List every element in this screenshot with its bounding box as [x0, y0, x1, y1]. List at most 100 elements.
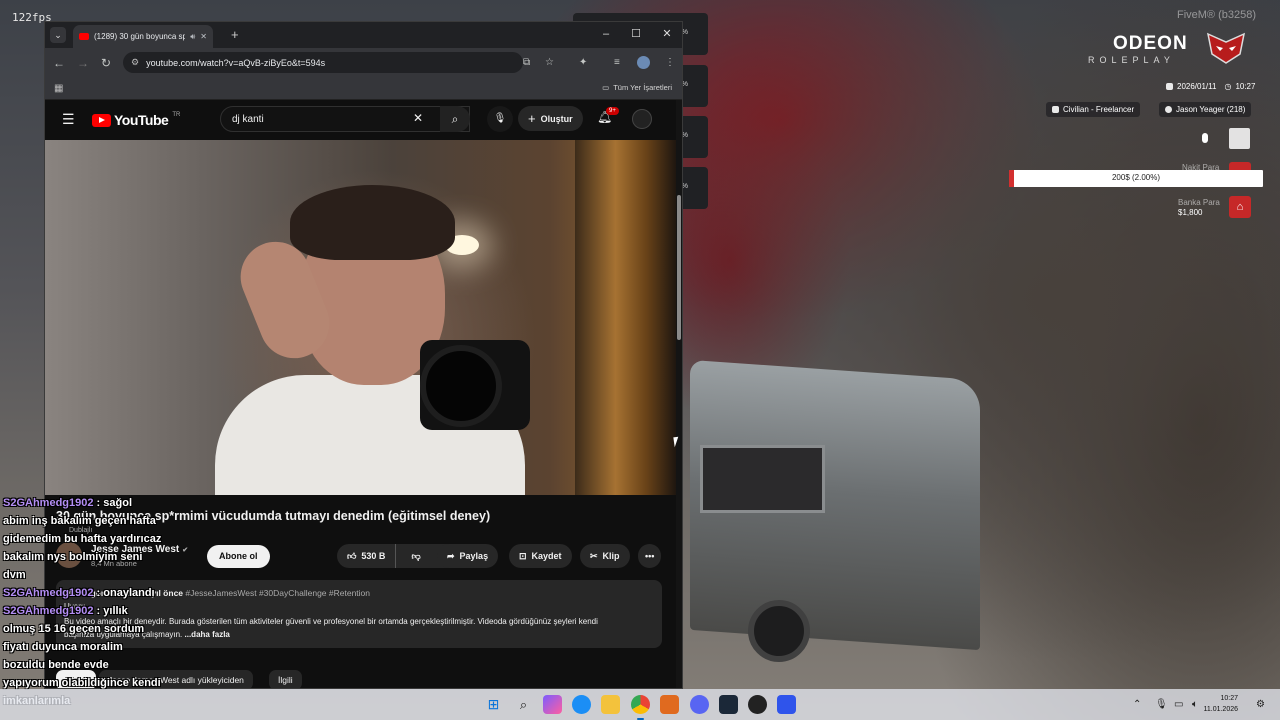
logo-sub-text: ROLEPLAY [1088, 55, 1175, 65]
chat-separator: : [93, 605, 104, 617]
chat-separator: : [93, 587, 104, 599]
chrome-icon[interactable] [631, 695, 650, 720]
account-avatar[interactable] [632, 109, 652, 129]
youtube-favicon-icon [79, 33, 89, 40]
hud-date: 2026/01/11 [1177, 82, 1217, 91]
chat-message: bakalım nys bolmiyim seni [3, 551, 143, 563]
bookmark-star-icon[interactable]: ☆ [545, 56, 554, 70]
rv-wheel [748, 600, 810, 662]
briefcase-icon [1052, 106, 1059, 113]
tray-overflow-icon[interactable]: ⌃ [1133, 699, 1141, 710]
chat-line: fiyatı duyunca moralim [3, 638, 253, 656]
extensions-icon[interactable]: ✦ [579, 56, 587, 70]
install-app-icon[interactable]: ⧉ [523, 56, 530, 70]
tray-mic-icon[interactable]: 🎙︎ [1155, 699, 1168, 710]
edge-icon[interactable] [572, 695, 591, 714]
page-scrollbar[interactable] [676, 100, 682, 688]
save-button[interactable]: ⊡ Kaydet [509, 544, 572, 568]
share-icon: ➦ [447, 550, 455, 561]
user-icon [1165, 106, 1172, 113]
tray-network-icon[interactable]: ▭ [1174, 699, 1183, 710]
file-explorer-icon[interactable] [601, 695, 620, 714]
scrollbar-thumb[interactable] [677, 195, 681, 340]
speaker-icon[interactable]: 🔊︎ [190, 32, 195, 42]
menu-icon[interactable]: ⋮ [665, 56, 675, 70]
site-info-icon[interactable]: ⚙ [131, 57, 139, 68]
hamburger-menu-icon[interactable]: ☰ [62, 112, 75, 126]
like-button[interactable]: 👍︎ 530 B [337, 544, 397, 568]
voice-mic-icon [1202, 133, 1208, 143]
copilot-icon[interactable] [543, 695, 562, 714]
tab-youtube[interactable]: (1289) 30 gün boyunca sp*rmimi vücudumda… [73, 25, 213, 48]
like-count: 530 B [361, 551, 386, 561]
apps-grid-icon[interactable]: ▦ [54, 83, 63, 94]
youtube-logo[interactable]: YouTube TR [92, 112, 180, 128]
notification-center-icon[interactable]: ⚙ [1256, 699, 1265, 710]
chat-message: sağol [103, 497, 132, 509]
bank-icon: ⌂ [1229, 196, 1251, 218]
hud-time: 10:27 [1235, 82, 1256, 91]
clear-search-icon[interactable]: ✕ [413, 111, 423, 125]
reload-button[interactable]: ↻ [101, 56, 111, 70]
github-icon[interactable] [748, 695, 767, 714]
youtube-play-icon [92, 113, 111, 127]
cash-bar-text: 200$ (2.00%) [1111, 173, 1161, 182]
chat-message: yapıyorum olabildiğince kendi [3, 677, 161, 689]
tray-volume-icon[interactable]: 🔈︎ [1192, 699, 1198, 710]
hud-datetime: 2026/01/11 ◷ 10:27 [1166, 82, 1255, 91]
forward-button[interactable]: → [77, 56, 89, 70]
chat-username: S2GAhmedg1902 [3, 497, 94, 509]
steam-icon[interactable] [719, 695, 738, 714]
maximize-button[interactable]: ☐ [626, 26, 646, 42]
thumbs-up-icon: 👍︎ [347, 550, 357, 561]
minimize-button[interactable]: – [596, 26, 616, 42]
address-bar[interactable]: ⚙ youtube.com/watch?v=aQvB-ziByEo&t=594s [123, 52, 523, 73]
clip-label: Klip [602, 551, 620, 561]
tab-title: (1289) 30 gün boyunca sp*rmimi vücudumda… [94, 32, 185, 41]
chat-line: abim inş bakalım geçen hafta [3, 512, 253, 530]
close-tab-icon[interactable]: ✕ [200, 32, 207, 41]
chat-line: dvm [3, 566, 253, 584]
scissors-icon: ✂ [590, 550, 598, 561]
back-button[interactable]: ← [53, 56, 65, 70]
video-mirror-frame [575, 140, 676, 495]
vpn-icon[interactable] [777, 695, 796, 714]
discord-icon[interactable] [690, 695, 709, 714]
save-label: Kaydet [531, 551, 562, 561]
close-window-button[interactable]: ✕ [657, 26, 677, 42]
fivem-build-label: FiveM® (b3258) [1176, 9, 1256, 21]
new-tab-button[interactable]: + [231, 27, 239, 42]
search-button[interactable]: ⌕ [440, 106, 470, 132]
cash-bar: 200$ (2.00%) [1009, 170, 1263, 187]
hud-job: Civilian - Freelancer [1063, 105, 1135, 114]
chat-message: onaylandı [103, 587, 155, 599]
calendar-icon [1166, 83, 1173, 90]
mask-logo-icon [1206, 32, 1246, 64]
dislike-button[interactable]: 👎︎ [401, 551, 430, 562]
bookmarks-bar: ▦ ▭ Tüm Yer İşaretleri [45, 78, 682, 100]
chip-related[interactable]: İlgili [269, 670, 302, 688]
browser-toolbar: ← → ↻ ⚙ youtube.com/watch?v=aQvB-ziByEo&… [45, 48, 682, 78]
search-taskbar-icon[interactable]: ⌕ [514, 695, 533, 714]
tab-search-button[interactable]: ⌄ [50, 27, 66, 43]
clip-button[interactable]: ✂ Klip [580, 544, 630, 568]
chat-message: bozuldu bende evde [3, 659, 109, 671]
bank-value: $1,800 [1178, 208, 1203, 217]
media-control-icon[interactable]: ≡ [614, 56, 620, 70]
chat-message: gidemedim bu hafta yardırıcaz [3, 533, 162, 545]
share-button[interactable]: ➦ Paylaş [437, 544, 499, 568]
profile-avatar-icon[interactable] [637, 56, 650, 69]
chat-username: S2GAhmedg1902 [3, 587, 94, 599]
blender-icon[interactable] [660, 695, 679, 714]
stream-chat-overlay: S2GAhmedg1902 : sağol abim inş bakalım ge… [3, 494, 253, 710]
chat-line: S2GAhmedg1902 : sağol [3, 494, 253, 512]
start-button[interactable]: ⊞ [484, 695, 503, 714]
voice-search-button[interactable]: 🎙︎ [487, 106, 513, 132]
search-input[interactable]: dj kanti [220, 106, 470, 132]
video-player[interactable] [45, 140, 676, 495]
create-button[interactable]: + Oluştur [518, 106, 583, 131]
taskbar-clock[interactable]: 10:27 11.01.2026 [1203, 693, 1238, 715]
more-actions-button[interactable]: ••• [638, 544, 662, 568]
all-bookmarks-folder[interactable]: ▭ Tüm Yer İşaretleri [602, 83, 672, 92]
bank-label: Banka Para [1178, 198, 1220, 207]
